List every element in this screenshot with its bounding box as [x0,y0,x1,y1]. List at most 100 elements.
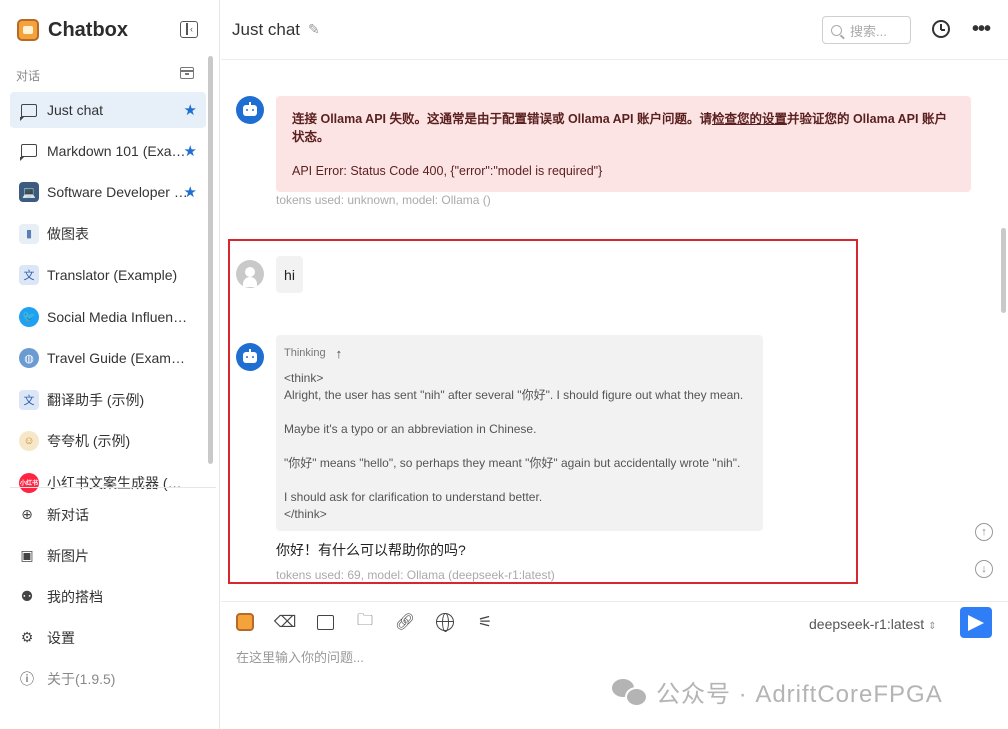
page-title: Just chat [232,20,301,39]
eraser-icon[interactable]: ⌫ [274,612,297,632]
header: Just chat ✎ 搜索... ••• [221,0,1008,60]
chatbox-logo-icon [17,19,39,41]
brand-name: Chatbox [48,18,128,41]
wechat-icon [612,678,648,707]
conversation-item-just-chat[interactable]: Just chat ★ [10,92,206,128]
watermark-text: 公众号 · AdriftCoreFPGA [656,681,943,708]
conversation-label: Software Developer (Example) [47,184,189,201]
thinking-line: </think> [284,507,327,521]
chat-bubble-icon [19,141,39,162]
edit-title-icon[interactable]: ✎ [308,21,320,38]
thinking-line: I should ask for clarification to unders… [284,490,543,504]
conversation-label: Travel Guide (Example) [47,350,189,367]
folder-icon[interactable]: 🗀 [355,612,375,632]
message-meta: tokens used: unknown, model: Ollama () [276,193,491,207]
scroll-up-icon[interactable]: ↑ [975,523,993,541]
divider [10,487,216,488]
globe-icon[interactable] [435,612,455,632]
thinking-line: Maybe it's a typo or an abbreviation in … [284,422,537,436]
conversation-list: Just chat ★ Markdown 101 (Example) ★ 💻 S… [10,92,206,504]
conversation-label: Just chat [47,102,104,118]
about-button[interactable]: ⓘ 关于(1.9.5) [10,658,206,699]
send-button[interactable] [960,607,992,638]
brand: Chatbox [17,18,128,42]
collapse-arrow-icon[interactable]: ↑ [336,345,343,362]
user-message: hi [276,256,303,293]
conversation-item-translator[interactable]: 文 Translator (Example) [10,255,206,297]
conversation-item-travel-guide[interactable]: ◍ Travel Guide (Example) [10,338,206,380]
plus-circle-icon: ⊕ [21,506,33,522]
menu-label: 我的搭档 [47,588,103,605]
star-icon[interactable]: ★ [184,142,197,160]
conversation-item-praise[interactable]: ☺ 夸夸机 (示例) [10,421,206,463]
watermark: 公众号 · AdriftCoreFPGA [612,674,943,709]
search-placeholder: 搜索... [850,23,887,39]
history-icon[interactable] [932,20,950,38]
search-input[interactable]: 搜索... [822,16,911,44]
conversation-item-markdown[interactable]: Markdown 101 (Example) ★ [10,130,206,172]
new-image-button[interactable]: ▣ 新图片 [10,535,206,576]
chat-bubble-icon [19,100,39,121]
sidebar-menu: ⊕ 新对话 ▣ 新图片 ⚉ 我的搭档 ⚙ 设置 ⓘ 关于(1.9.5) [10,494,206,699]
conversation-item-software-developer[interactable]: 💻 Software Developer (Example) ★ [10,172,206,214]
scroll-down-icon[interactable]: ↓ [975,560,993,578]
info-icon: ⓘ [20,670,34,687]
error-text: 连接 Ollama API 失败。这通常是由于配置错误或 Ollama API … [292,112,947,144]
thinking-line: "你好" means "hello", so perhaps they mean… [284,456,741,470]
input-toolbar: ⌫ 🗀 🔗︎ ⚟ [235,612,515,632]
assistant-avatar-icon [236,343,264,371]
send-icon [968,614,984,631]
main-scrollbar[interactable] [1001,228,1006,313]
gear-icon: ⚙ [20,629,34,645]
error-detail: API Error: Status Code 400, {"error":"mo… [292,164,603,178]
conversation-item-social-media[interactable]: 🐦 Social Media Influencer (Example) [10,296,206,338]
conversation-label: 翻译助手 (示例) [47,391,145,408]
star-icon[interactable]: ★ [184,101,197,119]
developer-avatar-icon: 💻 [19,182,39,203]
my-partners-button[interactable]: ⚉ 我的搭档 [10,576,206,617]
input-area: ⌫ 🗀 🔗︎ ⚟ deepseek-r1:latest ⇕ [221,601,1008,729]
star-icon[interactable]: ★ [184,183,197,201]
conversation-item-chart[interactable]: ▮ 做图表 [10,213,206,255]
link-icon[interactable]: 🔗︎ [395,612,415,632]
archive-icon[interactable] [180,67,194,79]
xiaohongshu-avatar-icon: 小红书 [19,472,39,493]
twitter-avatar-icon: 🐦 [19,306,39,327]
user-avatar-icon [236,260,264,288]
sidebar: Chatbox ‹ 对话 Just chat ★ Markdown 101 (E… [0,0,220,729]
model-select[interactable]: deepseek-r1:latest ⇕ [809,616,937,632]
thinking-header[interactable]: Thinking ↑ [284,345,755,362]
conversation-label: Social Media Influencer (Example) [47,308,189,325]
collapse-sidebar-icon[interactable]: ‹ [180,21,198,38]
more-icon[interactable]: ••• [972,18,991,41]
sidebar-scrollbar[interactable] [208,56,213,464]
robot-icon: ⚉ [20,588,34,604]
translator-avatar-icon: 文 [19,389,39,410]
new-chat-button[interactable]: ⊕ 新对话 [10,494,206,535]
error-message: 连接 Ollama API 失败。这通常是由于配置错误或 Ollama API … [276,96,971,192]
chatbox-logo-icon[interactable] [235,612,255,632]
thinking-label: Thinking [284,347,326,359]
message-input[interactable] [236,650,836,665]
translator-avatar-icon: 文 [19,265,39,286]
thinking-block: Thinking ↑ <think> Alright, the user has… [276,335,763,531]
image-icon[interactable] [315,612,335,632]
menu-label: 设置 [47,629,75,646]
menu-label: 关于(1.9.5) [47,670,116,687]
menu-label: 新对话 [47,506,89,523]
conversation-item-translate-assistant[interactable]: 文 翻译助手 (示例) [10,379,206,421]
assistant-avatar-icon [236,96,264,124]
chart-avatar-icon: ▮ [19,223,39,244]
conversation-label: Markdown 101 (Example) [47,142,189,159]
thinking-line: <think> [284,371,324,385]
model-name: deepseek-r1:latest [809,616,925,632]
settings-button[interactable]: ⚙ 设置 [10,617,206,658]
menu-label: 新图片 [47,547,89,564]
praise-avatar-icon: ☺ [19,431,39,452]
conversation-label: 夸夸机 (示例) [47,433,131,450]
message-meta: tokens used: 69, model: Ollama (deepseek… [276,568,555,582]
settings-link[interactable]: 检查您的设置 [712,112,787,126]
globe-avatar-icon: ◍ [19,348,39,369]
assistant-answer: 你好！有什么可以帮助你的吗? [276,542,466,558]
settings-sliders-icon[interactable]: ⚟ [475,612,495,632]
